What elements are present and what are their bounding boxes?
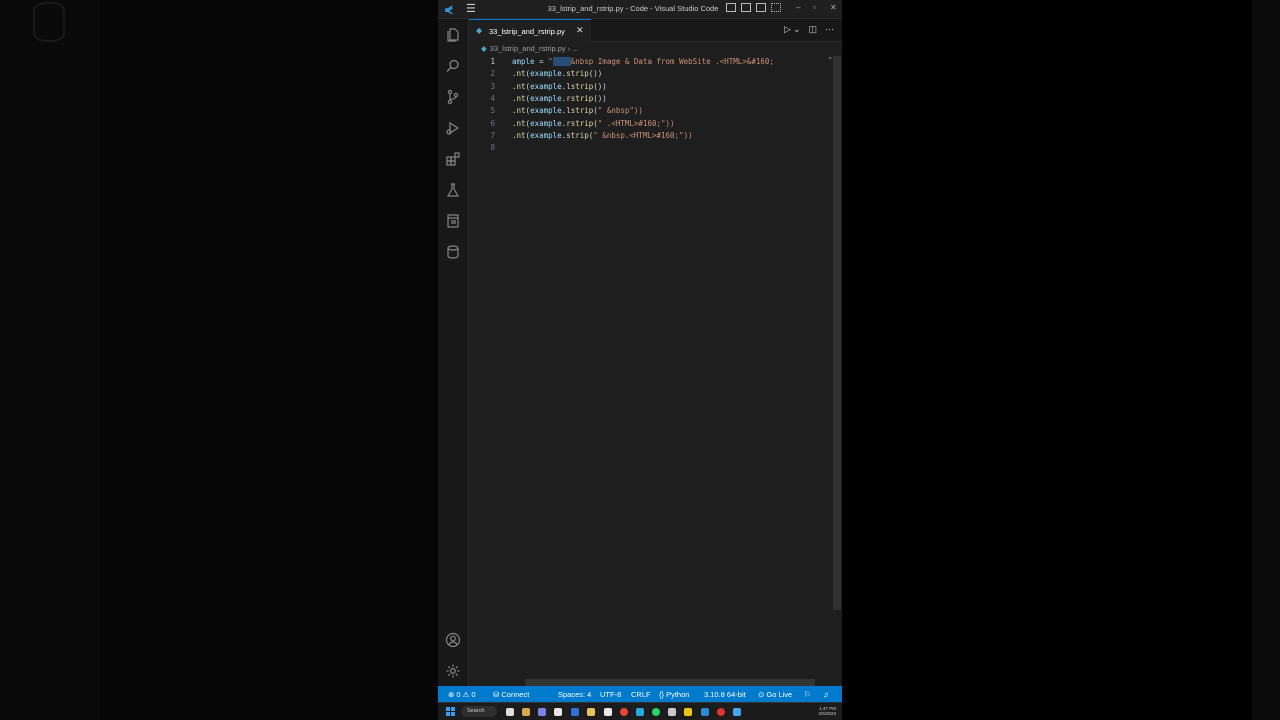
python-interpreter[interactable]: 3.10.8 64-bit (704, 690, 746, 699)
mail-icon[interactable] (571, 708, 579, 716)
python-file-icon: ◆ (476, 26, 483, 35)
code-line-6[interactable]: .nt(example.rstrip(" .<HTML>#160;")) (512, 118, 675, 130)
problems-indicator[interactable]: ⊗ 0 ⚠ 0 (448, 690, 476, 699)
go-live-button[interactable]: ⊙ Go Live (758, 690, 792, 699)
code-line-2[interactable]: .nt(example.strip()) (512, 68, 602, 80)
settings-gear-icon[interactable] (444, 662, 462, 680)
title-bar: ⋞ ☰ 33_lstrip_and_rstrip.py - Code - Vis… (438, 0, 842, 19)
window-title: 33_lstrip_and_rstrip.py - Code - Visual … (547, 4, 719, 13)
app-blue-icon[interactable] (733, 708, 741, 716)
vscode-taskbar-icon[interactable] (701, 708, 709, 716)
whatsapp-icon[interactable] (652, 708, 660, 716)
breadcrumb-file[interactable]: 33_lstrip_and_rstrip.py (490, 44, 566, 53)
run-file-icon[interactable]: ▷ (784, 24, 791, 35)
code-line-1[interactable]: ample = " &nbsp Image & Data from WebSit… (512, 56, 774, 68)
file-explorer-icon[interactable] (522, 708, 530, 716)
right-backdrop (842, 0, 1280, 720)
tab-label: 33_lstrip_and_rstrip.py (489, 27, 565, 36)
explorer-icon[interactable] (444, 26, 462, 44)
line-number: 8 (490, 143, 495, 153)
teams-icon[interactable] (538, 708, 546, 716)
connect-label: Connect (501, 690, 530, 699)
encoding-status[interactable]: UTF-8 (600, 690, 621, 699)
horizontal-scrollbar[interactable] (525, 679, 815, 686)
cylinder-ghost-icon (33, 2, 65, 42)
skype-icon[interactable] (636, 708, 644, 716)
search-icon[interactable] (444, 57, 462, 75)
connect-button[interactable]: ⛁ Connect (493, 690, 529, 699)
customize-layout-icon[interactable] (771, 3, 781, 12)
run-dropdown-icon[interactable]: ⌄ (793, 24, 801, 35)
extensions-icon[interactable] (444, 150, 462, 168)
language-mode[interactable]: {} Python (659, 690, 689, 699)
toggle-sidebar-icon[interactable] (726, 3, 736, 12)
tab-close-icon[interactable]: ✕ (576, 25, 584, 36)
code-line-4[interactable]: .nt(example.rstrip()) (512, 93, 607, 105)
breadcrumb[interactable]: ◆ 33_lstrip_and_rstrip.py › ... (481, 44, 579, 56)
vscode-window: ⋞ ☰ 33_lstrip_and_rstrip.py - Code - Vis… (438, 0, 842, 720)
run-debug-icon[interactable] (444, 119, 462, 137)
line-number: 6 (490, 118, 495, 128)
line-number: 7 (490, 130, 495, 140)
store-icon[interactable] (554, 708, 562, 716)
app-red-icon[interactable] (717, 708, 725, 716)
account-icon[interactable] (444, 631, 462, 649)
eol-status[interactable]: CRLF (631, 690, 651, 699)
folder-icon[interactable] (587, 708, 595, 716)
taskbar-search-label: Search (467, 708, 485, 714)
layout-controls (726, 3, 781, 15)
feedback-icon[interactable]: ⚐ (804, 690, 811, 699)
indentation-status[interactable]: Spaces: 4 (558, 690, 591, 699)
os-taskbar: Search 1:47 PM 2/5/2023 (438, 702, 842, 720)
line-number: 1 (490, 57, 495, 66)
tab-active-file[interactable]: ◆ 33_lstrip_and_rstrip.py ✕ (469, 19, 591, 42)
vscode-logo-icon: ⋞ (444, 4, 454, 16)
code-line-5[interactable]: .nt(example.lstrip(" &nbsp")) (512, 105, 643, 117)
code-editor[interactable]: 1 2 3 4 5 6 7 8 ample = " &nbsp Image & … (469, 56, 842, 680)
notebook-icon[interactable] (444, 212, 462, 230)
tab-bar: ◆ 33_lstrip_and_rstrip.py ✕ ▷ ⌄ ◫ ⋯ (469, 19, 842, 42)
calculator-icon[interactable] (668, 708, 676, 716)
database-icon[interactable] (444, 243, 462, 261)
editor-actions: ▷ ⌄ ◫ ⋯ (784, 24, 834, 35)
go-live-label: Go Live (766, 690, 793, 699)
clock-date: 2/5/2023 (818, 711, 836, 716)
toggle-secondary-sidebar-icon[interactable] (756, 3, 766, 12)
taskbar-search[interactable]: Search (461, 706, 497, 717)
breadcrumb-rest[interactable]: › ... (568, 44, 579, 53)
code-line-3[interactable]: .nt(example.lstrip()) (512, 81, 607, 93)
breadcrumb-python-icon: ◆ (481, 44, 487, 53)
status-bar: ⊗ 0 ⚠ 0 ⛁ Connect Spaces: 4 UTF-8 CRLF {… (438, 686, 842, 702)
language-label: Python (666, 690, 690, 699)
line-number: 2 (490, 69, 495, 79)
left-band (0, 0, 100, 720)
split-editor-icon[interactable]: ◫ (808, 24, 817, 35)
sticky-notes-icon[interactable] (684, 708, 692, 716)
line-number: 3 (490, 81, 495, 91)
code-line-7[interactable]: .nt(example.strip(" &nbsp.<HTML>#160;")) (512, 130, 693, 142)
source-control-icon[interactable] (444, 88, 462, 106)
more-actions-icon[interactable]: ⋯ (825, 24, 834, 35)
restore-icon[interactable]: ▫ (813, 3, 816, 13)
vertical-scrollbar[interactable] (833, 56, 841, 610)
line-number: 5 (490, 106, 495, 116)
testing-icon[interactable] (444, 181, 462, 199)
notepad-icon[interactable] (604, 708, 612, 716)
minimize-icon[interactable]: – (796, 3, 800, 13)
left-backdrop (0, 0, 438, 720)
activity-bar (438, 19, 469, 686)
menu-icon[interactable]: ☰ (466, 3, 480, 15)
overflow-quote: " (829, 57, 832, 64)
close-window-icon[interactable]: ✕ (830, 3, 837, 13)
windows-start-icon[interactable] (446, 707, 455, 716)
notifications-bell-icon[interactable]: ♫ (823, 690, 829, 699)
line-number: 4 (490, 93, 495, 103)
chrome-icon[interactable] (620, 708, 628, 716)
task-view-icon[interactable] (506, 708, 514, 716)
right-band (1252, 0, 1280, 720)
toggle-panel-icon[interactable] (741, 3, 751, 12)
taskbar-clock[interactable]: 1:47 PM 2/5/2023 (818, 706, 836, 716)
